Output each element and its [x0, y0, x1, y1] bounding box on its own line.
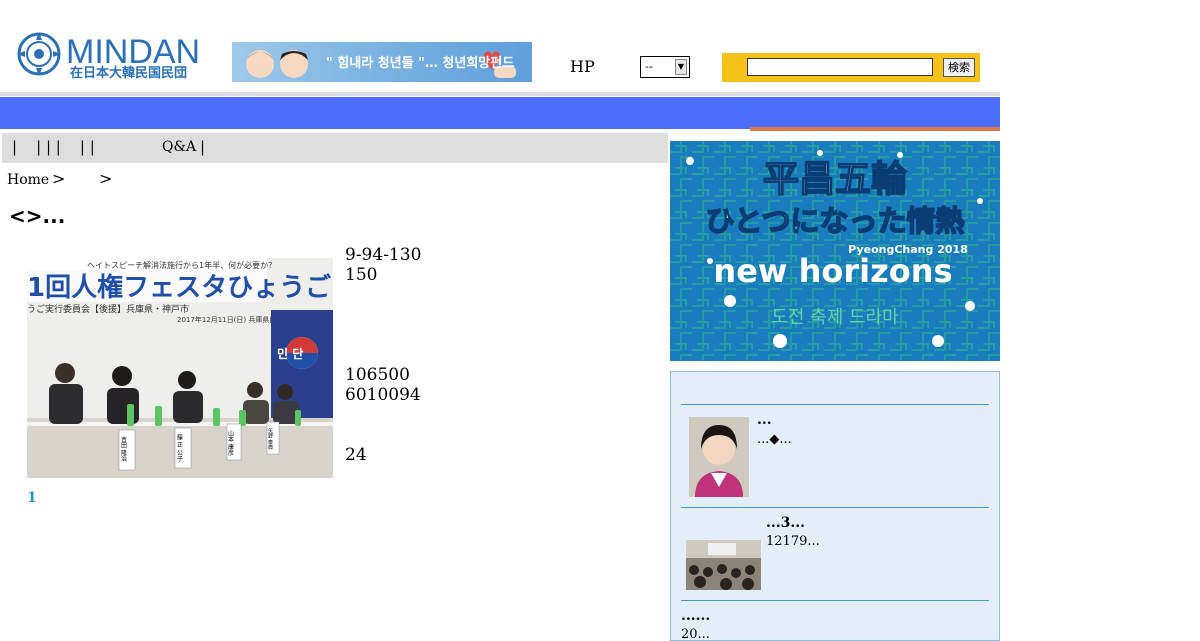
hp-label: HP	[570, 57, 595, 76]
hp-select[interactable]: -- ▼	[640, 56, 690, 78]
news-thumbnail-2[interactable]	[686, 540, 761, 590]
pyeongchang-banner[interactable]: 平昌五輪 ひとつになった情熱 PyeongChang 2018 new hori…	[670, 141, 1000, 361]
photo-banner-text: 1回人権フェスタひょうご	[27, 272, 331, 303]
article-line: 6010094	[345, 385, 421, 405]
article-line: 106500	[345, 365, 410, 385]
nameplate-1: 吉田 隆治	[120, 436, 127, 463]
article-line	[345, 325, 421, 345]
news-title-1[interactable]: ...	[757, 412, 772, 428]
news-summary-3: 20...	[681, 627, 710, 641]
news-divider	[681, 600, 989, 601]
news-summary-2: 12179...	[766, 534, 820, 549]
nameplate-3: 山本 康彦	[227, 429, 234, 457]
sub-menu-bar: | | | | | | Q&A |	[2, 133, 668, 163]
breadcrumb-separator: >	[99, 169, 113, 188]
news-panel: ... ...◆... ...3... 12179... ...... 20..…	[670, 371, 1000, 641]
sub-menu-end-separator: |	[200, 138, 206, 156]
nameplate-2: 藤 正 公子	[176, 433, 183, 462]
article-line	[345, 285, 421, 305]
pagination-page-1[interactable]: 1	[27, 490, 37, 506]
article-title: <>...	[9, 204, 66, 228]
mindan-emblem-icon	[17, 32, 61, 76]
header-divider	[0, 92, 1000, 96]
banner-slogan-text: new horizons	[713, 252, 952, 290]
banner-slogan: " 힘내라 청년들 "… 청년희망펀드	[326, 56, 515, 71]
article-line	[345, 405, 421, 425]
article-line	[345, 425, 421, 445]
menu-item-qa[interactable]: Q&A	[162, 139, 196, 155]
child-face-icon	[246, 50, 274, 78]
banner-line2: ひとつになった情熱	[706, 204, 965, 238]
nav-accent-line	[750, 127, 1000, 131]
article-photo: ヘイトスピーチ解消法施行から1年半、何が必要か？ 1回人権フェスタひょうご うご…	[27, 258, 333, 478]
article-line	[345, 305, 421, 325]
news-summary-1: ...◆...	[757, 432, 792, 447]
logo-subtitle-text: 在日本大韓民国民団	[70, 65, 187, 81]
chevron-down-icon: ▼	[675, 59, 687, 75]
breadcrumb-home-link[interactable]: Home	[7, 172, 49, 188]
article-line: 24	[345, 445, 367, 465]
banner-line1: 平昌五輪	[763, 158, 907, 200]
news-title-2[interactable]: ...3...	[766, 515, 805, 531]
youth-fund-banner[interactable]: " 힘내라 청년들 "… 청년희망펀드	[232, 42, 532, 82]
photo-top-text: ヘイトスピーチ解消法施行から1年半、何が必要か？	[87, 260, 276, 270]
news-title-3[interactable]: ......	[681, 608, 710, 624]
photo-org-text: うご実行委員会【後援】兵庫県・神戸市	[27, 303, 189, 315]
news-divider	[681, 507, 989, 508]
photo-flag-text: 민 단	[277, 346, 303, 361]
search-input[interactable]	[747, 58, 933, 76]
article-line: 9-94-130	[345, 245, 422, 265]
news-divider	[681, 404, 989, 405]
hp-select-value: --	[645, 60, 653, 73]
sub-menu-separators: | | | | | |	[12, 138, 114, 156]
nameplate-4: 矢野 泰典	[267, 427, 273, 451]
search-button[interactable]: 検索	[943, 58, 975, 77]
article-line	[345, 345, 421, 365]
article-body: 9-94-130 150 106500 6010094 24	[345, 245, 421, 465]
search-area: 検索	[722, 53, 980, 82]
breadcrumb-separator: >	[52, 169, 66, 188]
article-line: 150	[345, 265, 378, 285]
boy-face-icon	[280, 50, 308, 78]
mindan-logo[interactable]: MINDAN 在日本大韓民国民団	[14, 30, 204, 82]
banner-hangul: 도전 축제 드라마	[771, 307, 899, 328]
news-thumbnail-1[interactable]	[689, 417, 749, 497]
main-nav-bar[interactable]	[0, 97, 1000, 129]
